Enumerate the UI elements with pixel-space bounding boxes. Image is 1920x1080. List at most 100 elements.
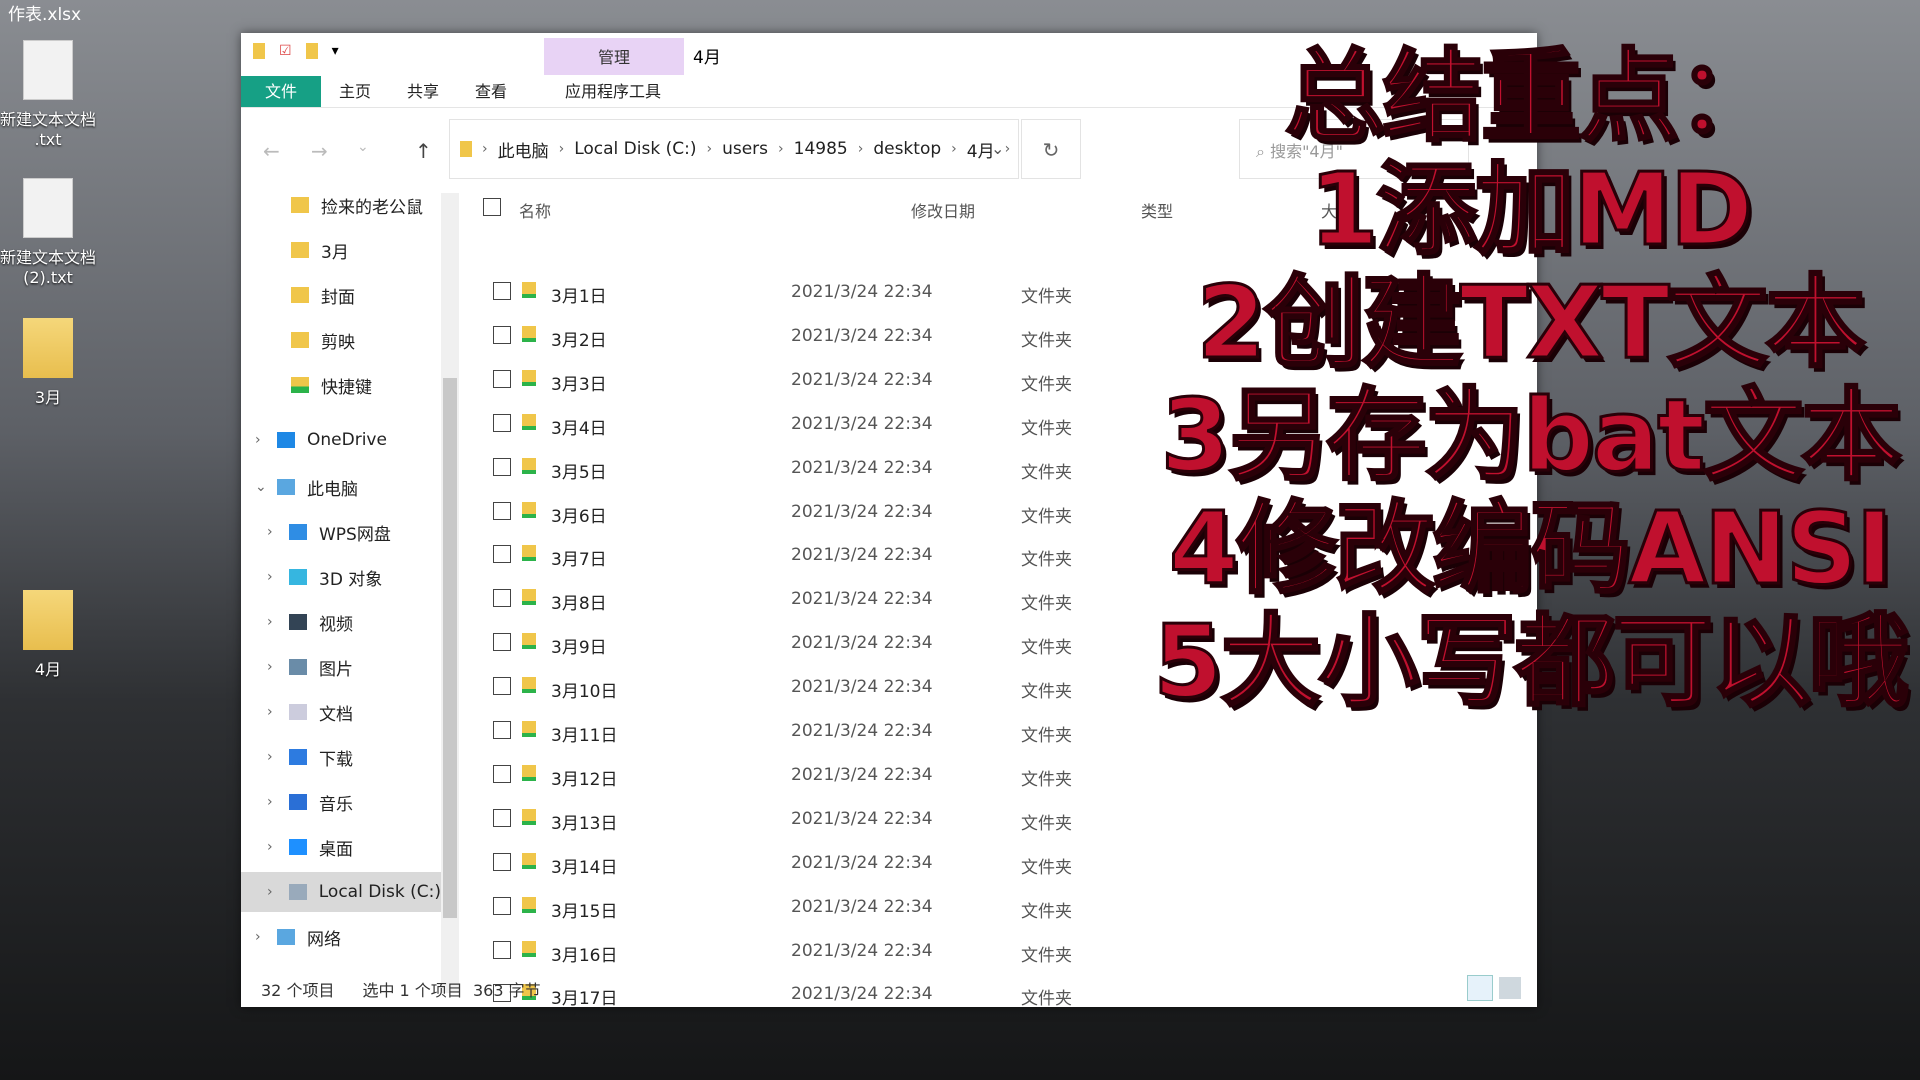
col-name[interactable]: 名称 <box>519 198 551 222</box>
expand-icon[interactable]: › <box>255 929 277 945</box>
details-view-icon[interactable] <box>1467 975 1493 1001</box>
search-input[interactable]: ⌕ 搜索"4月" <box>1239 119 1469 179</box>
tab-view[interactable]: 查看 <box>457 76 525 107</box>
file-row[interactable]: 3月16日 2021/3/24 22:34 文件夹 <box>481 934 1281 970</box>
chevron-right-icon[interactable]: › <box>858 141 864 157</box>
file-row[interactable]: 3月17日 2021/3/24 22:34 文件夹 <box>481 977 1281 1013</box>
expand-icon[interactable]: › <box>267 704 289 720</box>
row-checkbox[interactable] <box>493 589 511 608</box>
desktop-icon[interactable]: 新建文本文档 .txt <box>0 40 96 149</box>
row-checkbox[interactable] <box>493 545 511 564</box>
breadcrumb-item[interactable]: desktop <box>873 139 941 159</box>
file-row[interactable]: 3月2日 2021/3/24 22:34 文件夹 <box>481 319 1281 355</box>
file-row[interactable]: 3月10日 2021/3/24 22:34 文件夹 <box>481 670 1281 706</box>
row-checkbox[interactable] <box>493 633 511 652</box>
nav-item[interactable]: › 图片 <box>241 647 353 687</box>
col-date[interactable]: 修改日期 <box>911 198 975 222</box>
chevron-right-icon[interactable]: › <box>951 141 957 157</box>
new-folder-icon[interactable] <box>305 43 318 59</box>
row-checkbox[interactable] <box>493 282 511 300</box>
col-size[interactable]: 大小 <box>1321 198 1353 222</box>
nav-item[interactable]: › 网络 <box>241 917 341 957</box>
tab-manage[interactable]: 管理 <box>544 38 684 75</box>
row-checkbox[interactable] <box>493 501 511 520</box>
expand-icon[interactable]: › <box>267 749 289 765</box>
tab-share[interactable]: 共享 <box>389 76 457 107</box>
nav-scrollbar[interactable] <box>441 193 459 993</box>
row-checkbox[interactable] <box>493 721 511 739</box>
nav-item[interactable]: › 下载 <box>241 737 353 777</box>
properties-icon[interactable]: ☑ <box>279 43 292 59</box>
tab-file[interactable]: 文件 <box>241 76 321 107</box>
file-row[interactable]: 3月1日 2021/3/24 22:34 文件夹 <box>481 275 1281 311</box>
nav-item[interactable]: › WPS网盘 <box>241 512 391 552</box>
expand-icon[interactable]: › <box>267 839 289 855</box>
nav-item[interactable]: 3月 <box>241 230 349 270</box>
nav-item[interactable]: › 3D 对象 <box>241 557 382 597</box>
desktop-icon[interactable]: 4月 <box>0 590 96 680</box>
up-icon[interactable]: ↑ <box>415 139 432 163</box>
file-row[interactable]: 3月11日 2021/3/24 22:34 文件夹 <box>481 714 1281 750</box>
file-row[interactable]: 3月7日 2021/3/24 22:34 文件夹 <box>481 538 1281 574</box>
recent-dropdown-icon[interactable]: ⌄ <box>357 139 369 155</box>
chevron-right-icon[interactable]: › <box>482 141 488 157</box>
desktop-icon[interactable]: 3月 <box>0 318 96 408</box>
desktop-icon[interactable]: 新建文本文档 (2).txt <box>0 178 96 287</box>
expand-icon[interactable]: ⌄ <box>255 479 277 495</box>
row-checkbox[interactable] <box>493 808 511 827</box>
nav-item[interactable]: ⌄ 此电脑 <box>241 467 358 507</box>
file-row[interactable]: 3月3日 2021/3/24 22:34 文件夹 <box>481 363 1281 399</box>
tab-home[interactable]: 主页 <box>321 76 389 107</box>
chevron-right-icon[interactable]: › <box>778 141 784 157</box>
row-checkbox[interactable] <box>493 457 511 476</box>
expand-icon[interactable]: › <box>255 432 277 448</box>
customize-dropdown-icon[interactable]: ▾ <box>332 43 339 59</box>
refresh-button[interactable]: ↻ <box>1021 119 1081 179</box>
large-icons-view-icon[interactable] <box>1499 977 1521 999</box>
row-checkbox[interactable] <box>493 413 511 432</box>
row-checkbox[interactable] <box>493 764 511 783</box>
file-row[interactable]: 3月8日 2021/3/24 22:34 文件夹 <box>481 582 1281 618</box>
nav-item[interactable]: 快捷键 <box>241 365 372 405</box>
file-row[interactable]: 3月15日 2021/3/24 22:34 文件夹 <box>481 890 1281 926</box>
file-list-scrollbar[interactable] <box>1521 188 1537 998</box>
back-icon[interactable]: ← <box>263 139 280 163</box>
breadcrumb-item[interactable]: users <box>722 139 768 159</box>
breadcrumb-item[interactable]: 此电脑 <box>498 137 549 162</box>
nav-item[interactable]: 封面 <box>241 275 355 315</box>
file-row[interactable]: 3月5日 2021/3/24 22:34 文件夹 <box>481 451 1281 487</box>
file-row[interactable]: 3月14日 2021/3/24 22:34 文件夹 <box>481 846 1281 882</box>
address-dropdown-icon[interactable]: ⌄ <box>991 139 1004 158</box>
nav-item[interactable]: › 音乐 <box>241 782 353 822</box>
chevron-right-icon[interactable]: › <box>1005 141 1011 157</box>
expand-icon[interactable]: › <box>267 884 289 900</box>
expand-icon[interactable]: › <box>267 659 289 675</box>
row-checkbox[interactable] <box>493 940 511 959</box>
row-checkbox[interactable] <box>493 896 511 915</box>
desktop-top-file[interactable]: 作表.xlsx <box>8 0 81 25</box>
chevron-right-icon[interactable]: › <box>559 141 565 157</box>
file-row[interactable]: 3月6日 2021/3/24 22:34 文件夹 <box>481 495 1281 531</box>
expand-icon[interactable]: › <box>267 524 289 540</box>
nav-item[interactable]: › Local Disk (C:) <box>241 872 441 912</box>
row-checkbox[interactable] <box>493 852 511 871</box>
nav-item[interactable]: › 文档 <box>241 692 353 732</box>
breadcrumb-item[interactable]: Local Disk (C:) <box>574 139 696 159</box>
expand-icon[interactable]: › <box>267 614 289 630</box>
select-all-checkbox[interactable] <box>483 198 501 216</box>
expand-icon[interactable]: › <box>267 794 289 810</box>
forward-icon[interactable]: → <box>311 139 328 163</box>
row-checkbox[interactable] <box>493 677 511 696</box>
expand-icon[interactable]: › <box>267 569 289 585</box>
file-row[interactable]: 3月4日 2021/3/24 22:34 文件夹 <box>481 407 1281 443</box>
nav-item[interactable]: 捡来的老公鼠 <box>241 191 423 225</box>
file-row[interactable]: 3月9日 2021/3/24 22:34 文件夹 <box>481 626 1281 662</box>
address-bar[interactable]: › 此电脑 › Local Disk (C:) › users › 14985 › desktop… <box>449 119 1019 179</box>
row-checkbox[interactable] <box>493 325 511 344</box>
nav-item[interactable]: › 视频 <box>241 602 353 642</box>
breadcrumb-item[interactable]: 14985 <box>794 139 848 159</box>
file-row[interactable]: 3月12日 2021/3/24 22:34 文件夹 <box>481 758 1281 794</box>
nav-item[interactable]: 剪映 <box>241 320 355 360</box>
tab-app-tools[interactable]: 应用程序工具 <box>547 76 679 107</box>
nav-item[interactable]: › 桌面 <box>241 827 353 867</box>
